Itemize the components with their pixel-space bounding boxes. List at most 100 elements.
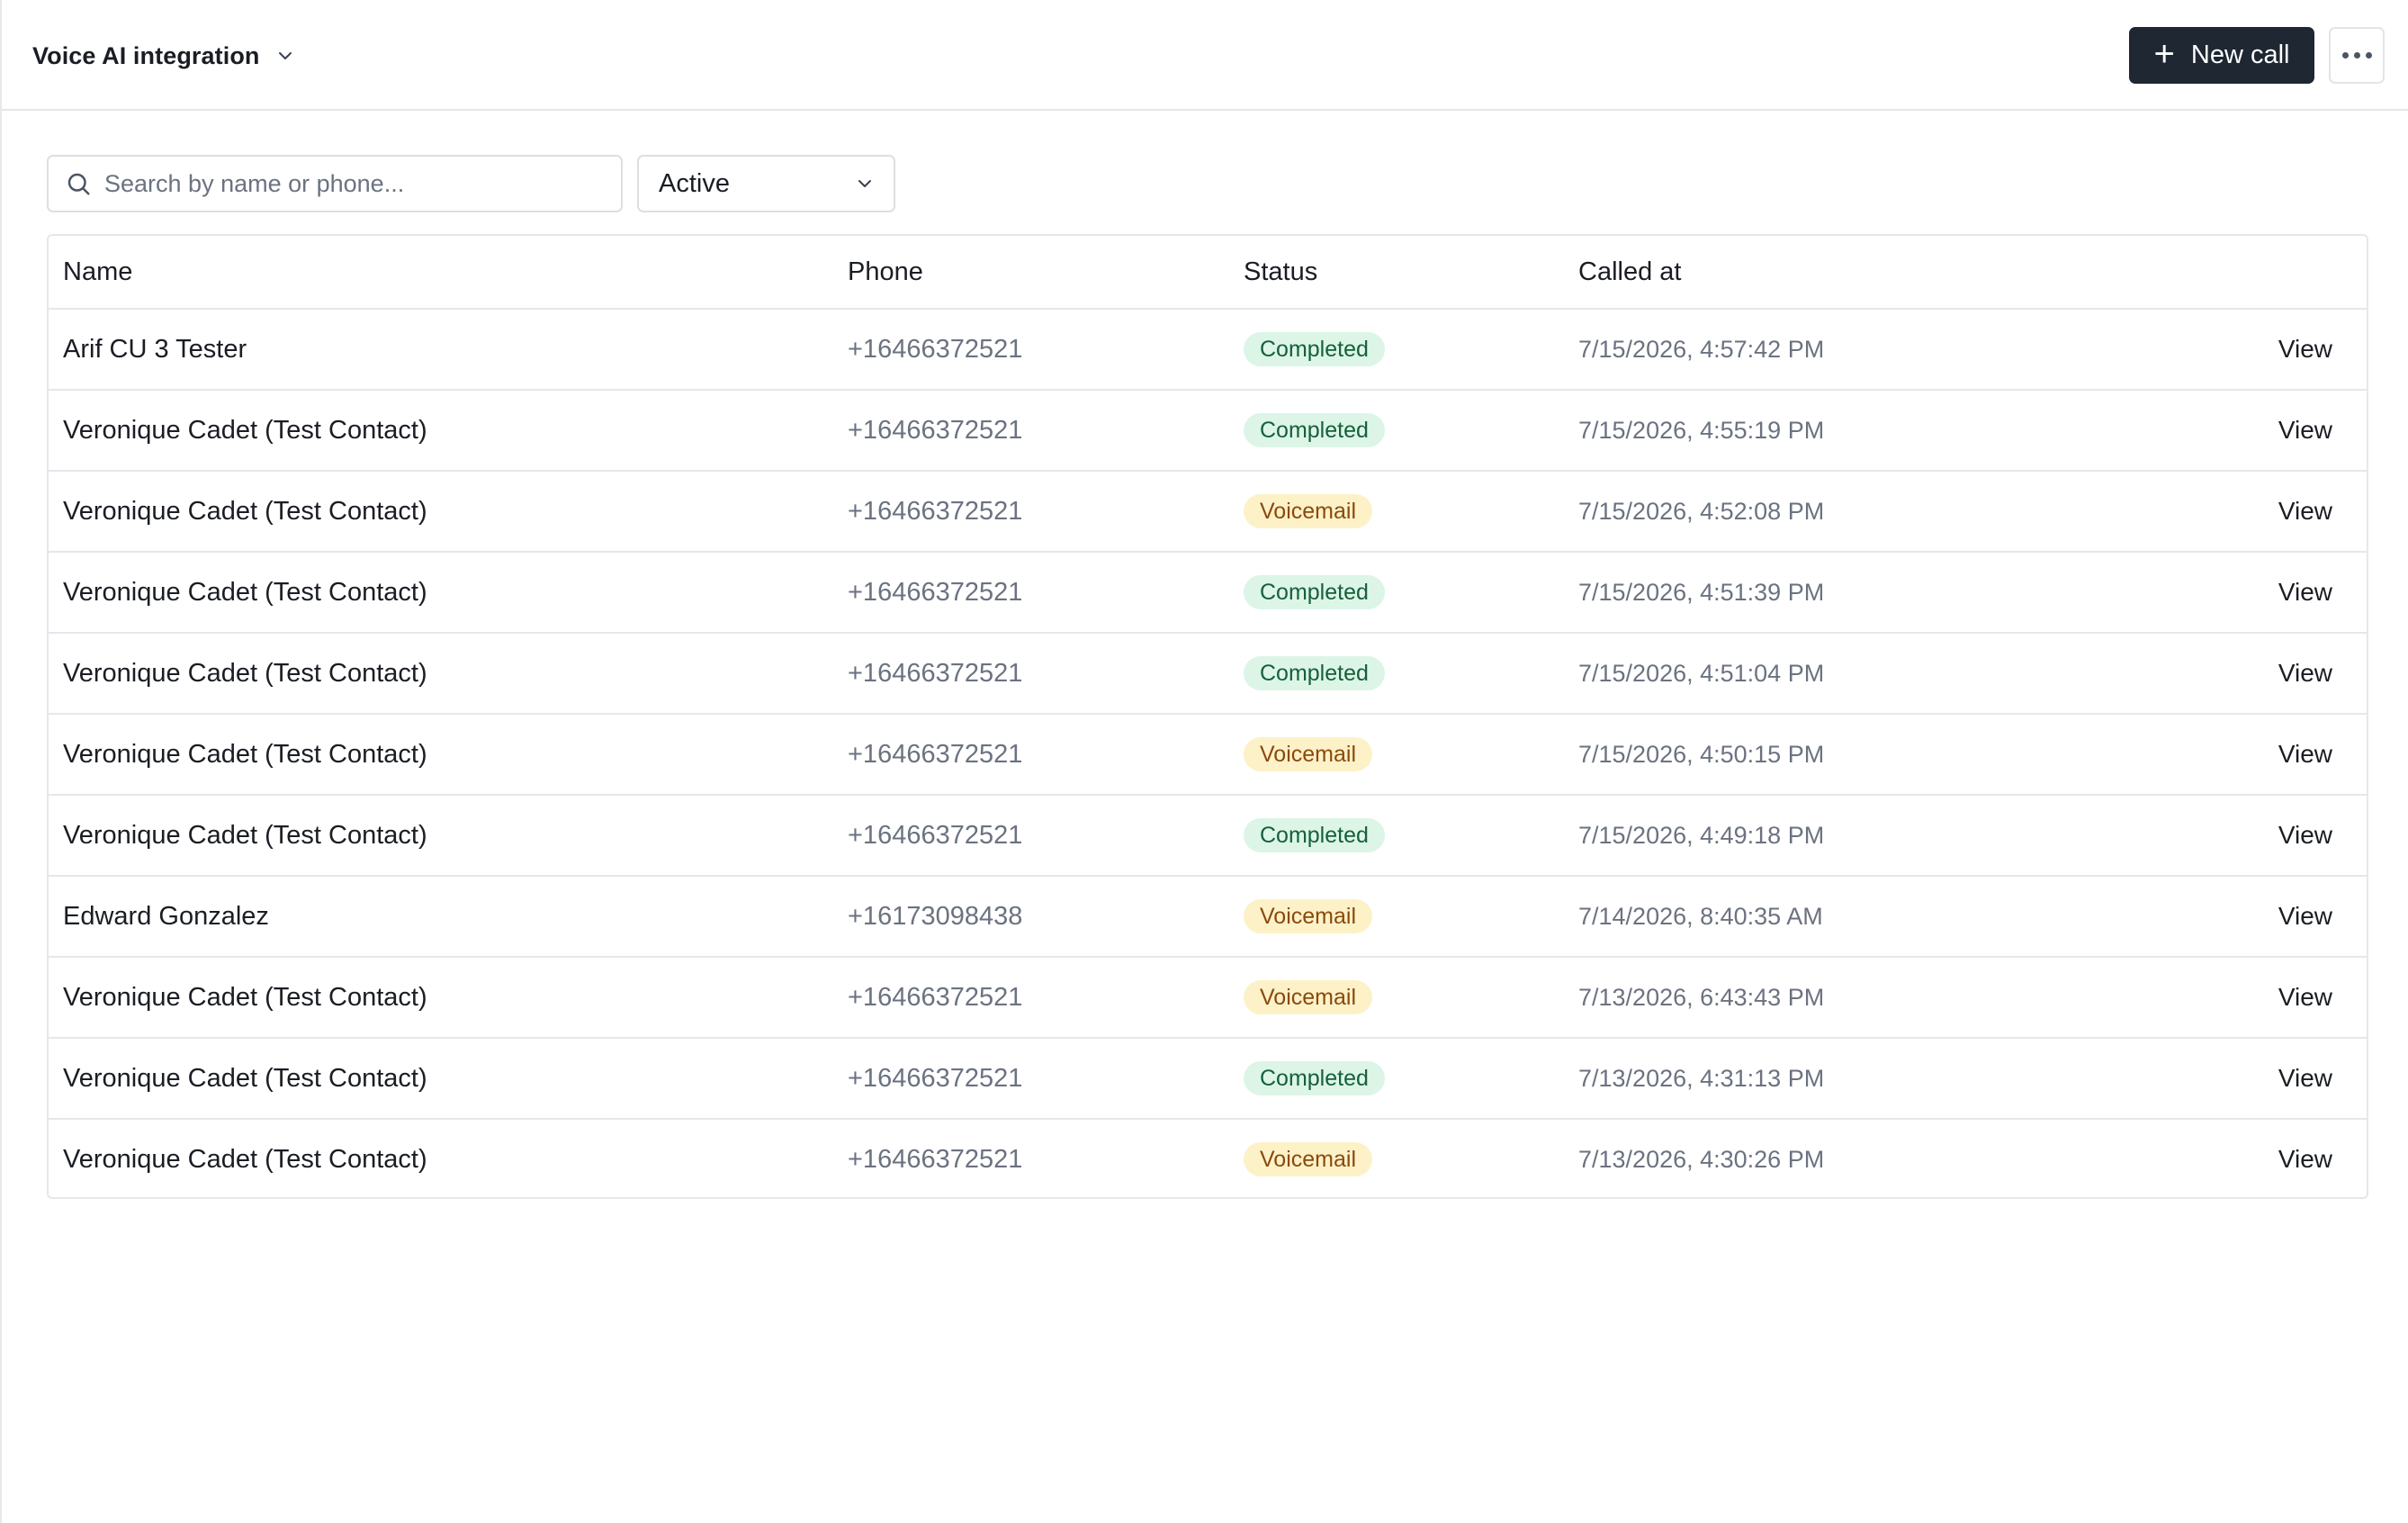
new-call-button[interactable]: + New call bbox=[2129, 27, 2314, 84]
status-cell: Voicemail bbox=[1244, 958, 1372, 1037]
contact-name: Veronique Cadet (Test Contact) bbox=[63, 415, 427, 445]
contact-name: Veronique Cadet (Test Contact) bbox=[63, 1144, 427, 1174]
status-badge: Voicemail bbox=[1244, 899, 1372, 933]
status-badge: Voicemail bbox=[1244, 737, 1372, 771]
view-link[interactable]: View bbox=[2278, 310, 2332, 389]
table-row: Veronique Cadet (Test Contact) +164663725… bbox=[49, 715, 2367, 796]
view-link[interactable]: View bbox=[2278, 553, 2332, 632]
status-badge: Completed bbox=[1244, 332, 1385, 366]
view-link[interactable]: View bbox=[2278, 472, 2332, 551]
called-at: 7/13/2026, 6:43:43 PM bbox=[1578, 983, 1825, 1011]
called-at: 7/15/2026, 4:51:39 PM bbox=[1578, 578, 1825, 606]
phone-number: +16466372521 bbox=[848, 415, 1023, 445]
view-link[interactable]: View bbox=[2278, 715, 2332, 794]
view-link[interactable]: View bbox=[2278, 634, 2332, 713]
phone-number: +16466372521 bbox=[848, 1063, 1023, 1093]
column-header-phone: Phone bbox=[848, 257, 923, 286]
status-cell: Voicemail bbox=[1244, 472, 1372, 551]
view-link[interactable]: View bbox=[2278, 1039, 2332, 1118]
called-at: 7/14/2026, 8:40:35 AM bbox=[1578, 902, 1823, 930]
search-icon bbox=[67, 173, 90, 195]
project-switcher[interactable]: Voice AI integration bbox=[32, 36, 296, 76]
phone-number: +16466372521 bbox=[848, 577, 1023, 607]
called-at: 7/13/2026, 4:31:13 PM bbox=[1578, 1064, 1825, 1092]
phone-number: +16466372521 bbox=[848, 820, 1023, 850]
called-at: 7/15/2026, 4:52:08 PM bbox=[1578, 497, 1825, 525]
chevron-down-icon bbox=[858, 180, 871, 187]
table-header: Name Phone Status Called at bbox=[49, 236, 2367, 310]
status-cell: Completed bbox=[1244, 553, 1385, 632]
table-row: Veronique Cadet (Test Contact) +164663725… bbox=[49, 1120, 2367, 1197]
status-cell: Completed bbox=[1244, 796, 1385, 875]
called-at: 7/15/2026, 4:50:15 PM bbox=[1578, 740, 1825, 768]
table-row: Veronique Cadet (Test Contact) +164663725… bbox=[49, 796, 2367, 877]
contact-name: Veronique Cadet (Test Contact) bbox=[63, 982, 427, 1012]
status-cell: Completed bbox=[1244, 391, 1385, 470]
table-row: Veronique Cadet (Test Contact) +164663725… bbox=[49, 958, 2367, 1039]
contact-name: Veronique Cadet (Test Contact) bbox=[63, 820, 427, 850]
phone-number: +16466372521 bbox=[848, 658, 1023, 688]
status-badge: Voicemail bbox=[1244, 1142, 1372, 1176]
search-input[interactable] bbox=[104, 169, 608, 198]
view-link[interactable]: View bbox=[2278, 1120, 2332, 1197]
called-at: 7/13/2026, 4:30:26 PM bbox=[1578, 1145, 1825, 1173]
table-row: Veronique Cadet (Test Contact) +164663725… bbox=[49, 634, 2367, 715]
status-cell: Voicemail bbox=[1244, 1120, 1372, 1197]
search-box bbox=[47, 155, 623, 212]
contact-name: Arif CU 3 Tester bbox=[63, 334, 247, 364]
phone-number: +16466372521 bbox=[848, 982, 1023, 1012]
status-badge: Voicemail bbox=[1244, 494, 1372, 528]
column-header-called-at: Called at bbox=[1578, 257, 1682, 286]
chevron-down-icon bbox=[278, 52, 292, 59]
table-row: Arif CU 3 Tester +16466372521 Completed 7/1… bbox=[49, 310, 2367, 391]
status-cell: Voicemail bbox=[1244, 877, 1372, 956]
table-row: Veronique Cadet (Test Contact) +164663725… bbox=[49, 472, 2367, 553]
view-link[interactable]: View bbox=[2278, 958, 2332, 1037]
top-bar: Voice AI integration + New call bbox=[2, 0, 2408, 111]
status-badge: Completed bbox=[1244, 818, 1385, 852]
status-filter-select[interactable]: Active bbox=[637, 155, 895, 212]
more-horizontal-icon bbox=[2341, 52, 2372, 59]
status-cell: Completed bbox=[1244, 310, 1385, 389]
left-divider bbox=[0, 0, 2, 1523]
status-badge: Completed bbox=[1244, 1061, 1385, 1095]
view-link[interactable]: View bbox=[2278, 877, 2332, 956]
column-header-name: Name bbox=[63, 257, 133, 286]
contact-name: Veronique Cadet (Test Contact) bbox=[63, 577, 427, 607]
status-cell: Voicemail bbox=[1244, 715, 1372, 794]
table-row: Veronique Cadet (Test Contact) +164663725… bbox=[49, 1039, 2367, 1120]
new-call-label: New call bbox=[2190, 41, 2290, 69]
status-badge: Completed bbox=[1244, 656, 1385, 690]
called-at: 7/15/2026, 4:55:19 PM bbox=[1578, 416, 1825, 444]
contact-name: Edward Gonzalez bbox=[63, 901, 269, 931]
called-at: 7/15/2026, 4:51:04 PM bbox=[1578, 659, 1825, 687]
status-badge: Completed bbox=[1244, 413, 1385, 447]
status-cell: Completed bbox=[1244, 1039, 1385, 1118]
plus-icon: + bbox=[2153, 33, 2175, 74]
column-header-status: Status bbox=[1244, 257, 1318, 286]
calls-table: Name Phone Status Called at Arif CU 3 Te… bbox=[47, 234, 2368, 1199]
more-options-button[interactable] bbox=[2329, 27, 2385, 84]
view-link[interactable]: View bbox=[2278, 391, 2332, 470]
phone-number: +16466372521 bbox=[848, 1144, 1023, 1174]
called-at: 7/15/2026, 4:57:42 PM bbox=[1578, 335, 1825, 363]
phone-number: +16173098438 bbox=[848, 901, 1023, 931]
status-cell: Completed bbox=[1244, 634, 1385, 713]
contact-name: Veronique Cadet (Test Contact) bbox=[63, 496, 427, 526]
called-at: 7/15/2026, 4:49:18 PM bbox=[1578, 821, 1825, 849]
contact-name: Veronique Cadet (Test Contact) bbox=[63, 658, 427, 688]
phone-number: +16466372521 bbox=[848, 496, 1023, 526]
project-title: Voice AI integration bbox=[32, 41, 260, 69]
view-link[interactable]: View bbox=[2278, 796, 2332, 875]
phone-number: +16466372521 bbox=[848, 334, 1023, 364]
table-row: Veronique Cadet (Test Contact) +164663725… bbox=[49, 553, 2367, 634]
phone-number: +16466372521 bbox=[848, 739, 1023, 769]
contact-name: Veronique Cadet (Test Contact) bbox=[63, 1063, 427, 1093]
table-row: Edward Gonzalez +16173098438 Voicemail 7/14… bbox=[49, 877, 2367, 958]
table-row: Veronique Cadet (Test Contact) +164663725… bbox=[49, 391, 2367, 472]
contact-name: Veronique Cadet (Test Contact) bbox=[63, 739, 427, 769]
status-filter-value: Active bbox=[659, 168, 730, 198]
status-badge: Voicemail bbox=[1244, 980, 1372, 1014]
status-badge: Completed bbox=[1244, 575, 1385, 609]
table-body: Arif CU 3 Tester +16466372521 Completed 7/1… bbox=[49, 310, 2367, 1197]
